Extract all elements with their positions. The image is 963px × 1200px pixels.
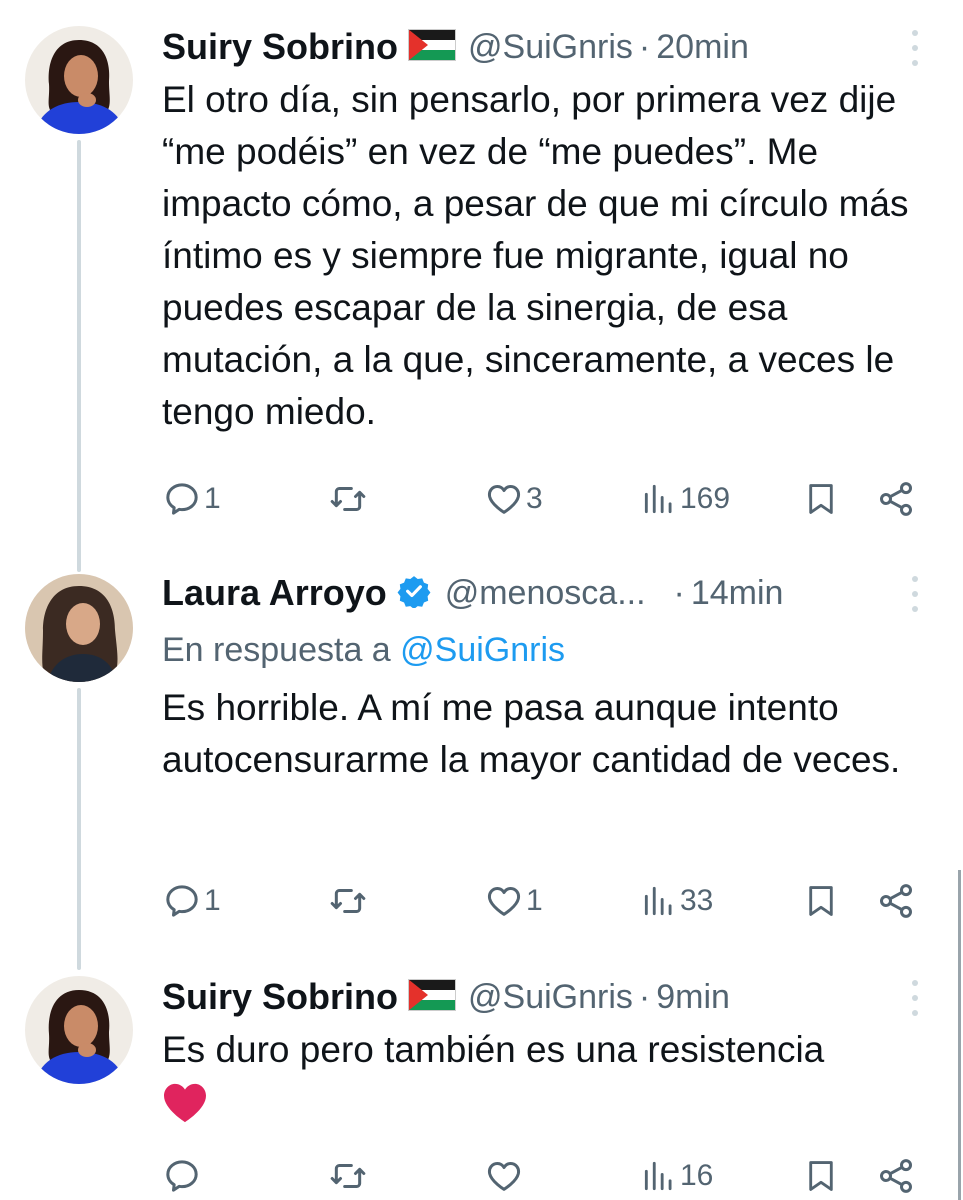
bookmark-icon [809,484,833,514]
views-icon [644,1161,672,1191]
scrollbar[interactable] [958,870,961,1200]
like-count: 3 [526,482,543,515]
reply-mention-link[interactable]: @SuiGnris [400,631,565,669]
timestamp[interactable]: 20min [656,28,749,67]
share-icon [879,884,913,918]
tweet-header: Laura Arroyo @menosca... · 14min [162,570,933,616]
heart-icon [487,1162,521,1191]
views-count: 33 [680,884,714,917]
avatar[interactable] [25,574,133,682]
separator: · [638,977,651,1016]
tweet[interactable]: Suiry Sobrino @SuiGnris · 9min Es duro p… [162,974,933,1129]
like-count: 1 [526,884,543,917]
thread-line [77,688,81,970]
separator: · [673,573,685,612]
views-button[interactable]: 16 [640,1156,713,1196]
views-button[interactable]: 33 [640,881,713,921]
retweet-icon [330,1164,366,1188]
timestamp[interactable]: 14min [691,574,784,613]
separator: · [638,27,651,66]
bookmark-button[interactable] [802,1155,840,1197]
avatar[interactable] [25,976,133,1084]
reply-button[interactable]: 1 [162,881,221,921]
reply-context: En respuesta a @SuiGnris [162,626,933,674]
views-icon [644,886,672,916]
display-name[interactable]: Suiry Sobrino [162,26,398,68]
share-icon [879,1159,913,1193]
heart-icon [487,485,521,514]
heart-icon [487,887,521,916]
like-button[interactable]: 3 [484,479,543,519]
tweet-header: Suiry Sobrino @SuiGnris · 9min [162,974,933,1020]
palestine-flag-icon [408,28,457,66]
red-heart-emoji-icon [162,1082,208,1129]
reply-count: 1 [204,884,221,917]
views-button[interactable]: 169 [640,479,730,519]
display-name[interactable]: Laura Arroyo [162,572,387,614]
reply-icon [166,483,198,515]
reply-count: 1 [204,482,221,515]
retweet-button[interactable] [327,1156,371,1196]
views-count: 16 [680,1159,714,1192]
retweet-icon [330,889,366,913]
tweet-actions: 1 3 169 [162,475,915,523]
tweet[interactable]: Suiry Sobrino @SuiGnris · 20min El otro … [162,24,933,438]
more-options-icon[interactable] [911,980,919,1016]
tweet-text: Es horrible. A mí me pasa aunque intento… [162,687,901,780]
bookmark-icon [809,886,833,916]
verified-badge-icon [397,574,431,613]
reply-prefix: En respuesta a [162,631,391,669]
more-options-icon[interactable] [911,576,919,612]
reply-icon [166,1160,198,1192]
like-button[interactable]: 1 [484,881,543,921]
reply-button[interactable]: 1 [162,479,221,519]
tweet-actions: 1 1 33 [162,877,915,925]
tweet-text: El otro día, sin pensarlo, por primera v… [162,79,909,432]
thread-line [77,140,81,572]
share-button[interactable] [876,1156,916,1196]
retweet-button[interactable] [327,881,371,921]
share-icon [879,482,913,516]
like-button[interactable] [484,1156,526,1196]
user-handle[interactable]: @menosca... [445,574,646,613]
views-icon [644,484,672,514]
bookmark-button[interactable] [802,478,840,520]
views-count: 169 [680,482,731,515]
tweet-header: Suiry Sobrino @SuiGnris · 20min [162,24,933,70]
tweet[interactable]: Laura Arroyo @menosca... · 14min En resp… [162,570,933,786]
reply-button[interactable] [162,1156,204,1196]
bookmark-icon [809,1161,833,1191]
reply-icon [166,885,198,917]
palestine-flag-icon [408,978,457,1016]
tweet-actions: 16 [162,1152,915,1200]
retweet-icon [330,487,366,511]
share-button[interactable] [876,479,916,519]
retweet-button[interactable] [327,479,371,519]
display-name[interactable]: Suiry Sobrino [162,976,398,1018]
bookmark-button[interactable] [802,880,840,922]
avatar[interactable] [25,26,133,134]
user-handle[interactable]: @SuiGnris [468,28,633,67]
timestamp[interactable]: 9min [656,978,730,1017]
tweet-text: Es duro pero también es una resistencia [162,1029,825,1070]
more-options-icon[interactable] [911,30,919,66]
share-button[interactable] [876,881,916,921]
user-handle[interactable]: @SuiGnris [468,978,633,1017]
